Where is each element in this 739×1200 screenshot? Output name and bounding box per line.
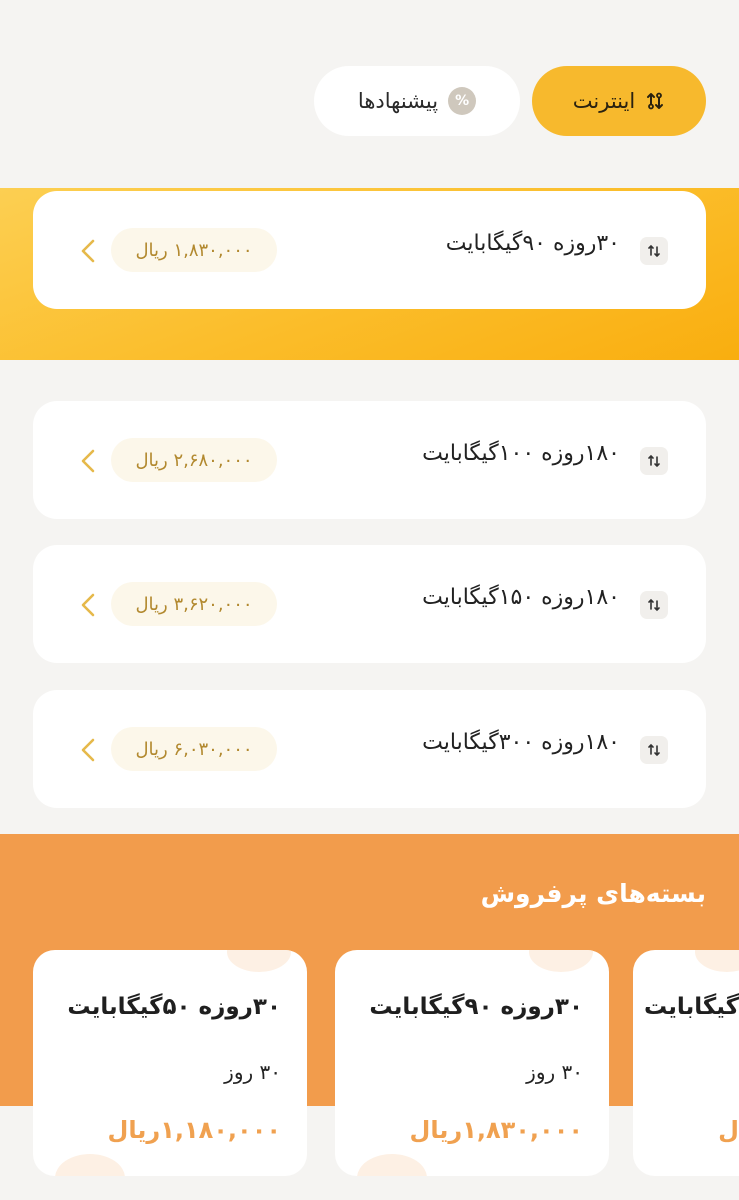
internet-arrows-icon (645, 91, 665, 111)
chevron-left-icon (77, 736, 99, 764)
package-card[interactable]: ۳۰روزه ۹۰گیگابایت ۱,۸۳۰,۰۰۰ ریال (33, 191, 706, 309)
package-card[interactable]: ۱۸۰روزه ۳۰۰گیگابایت ۶,۰۳۰,۰۰۰ ریال (33, 690, 706, 808)
bestseller-duration: ۳۰ روز (526, 1060, 583, 1084)
bestseller-title: ۳۰روزه ۵۰گیگابایت (67, 994, 281, 1020)
decorative-blob (55, 1154, 125, 1176)
chevron-left-icon (77, 447, 99, 475)
package-title: ۱۸۰روزه ۱۰۰گیگابایت (422, 441, 620, 466)
package-card[interactable]: ۱۸۰روزه ۱۰۰گیگابایت ۲,۶۸۰,۰۰۰ ریال (33, 401, 706, 519)
chevron-left-icon (77, 591, 99, 619)
decorative-blob (529, 950, 593, 972)
filter-chip-internet-label: اینترنت (572, 89, 636, 113)
package-title: ۱۸۰روزه ۳۰۰گیگابایت (422, 730, 620, 755)
chevron-left-icon (77, 237, 99, 265)
bestsellers-title: بسته‌های پرفروش (480, 879, 706, 908)
package-card[interactable]: ۱۸۰روزه ۱۵۰گیگابایت ۳,۶۲۰,۰۰۰ ریال (33, 545, 706, 663)
bestseller-card[interactable]: گیگابایت ل (633, 950, 739, 1176)
bestseller-price: ۱,۸۳۰,۰۰۰ریال (409, 1116, 583, 1144)
bestseller-price: ل (718, 1116, 739, 1144)
filter-chips: اینترنت % پیشنهادها (0, 66, 739, 138)
decorative-blob (357, 1154, 427, 1176)
bestseller-duration: ۳۰ روز (224, 1060, 281, 1084)
filter-chip-offers[interactable]: % پیشنهادها (314, 66, 520, 136)
decorative-blob (227, 950, 291, 972)
bestseller-card[interactable]: ۳۰روزه ۹۰گیگابایت ۳۰ روز ۱,۸۳۰,۰۰۰ریال (335, 950, 609, 1176)
internet-arrows-icon (640, 591, 668, 619)
discount-icon: % (448, 87, 477, 115)
bestseller-title: گیگابایت (643, 994, 739, 1020)
bestseller-title: ۳۰روزه ۹۰گیگابایت (369, 994, 583, 1020)
package-price: ۶,۰۳۰,۰۰۰ ریال (111, 727, 277, 771)
filter-chip-internet[interactable]: اینترنت (532, 66, 706, 136)
decorative-blob (695, 950, 739, 972)
package-price: ۲,۶۸۰,۰۰۰ ریال (111, 438, 277, 482)
package-price: ۱,۸۳۰,۰۰۰ ریال (111, 228, 277, 272)
internet-arrows-icon (640, 447, 668, 475)
bestseller-card[interactable]: ۳۰روزه ۵۰گیگابایت ۳۰ روز ۱,۱۸۰,۰۰۰ریال (33, 950, 307, 1176)
filter-chip-offers-label: پیشنهادها (357, 89, 439, 113)
bestseller-price: ۱,۱۸۰,۰۰۰ریال (107, 1116, 281, 1144)
internet-arrows-icon (640, 237, 668, 265)
package-title: ۱۸۰روزه ۱۵۰گیگابایت (422, 585, 620, 610)
package-title: ۳۰روزه ۹۰گیگابایت (445, 231, 620, 256)
package-price: ۳,۶۲۰,۰۰۰ ریال (111, 582, 277, 626)
internet-arrows-icon (640, 736, 668, 764)
